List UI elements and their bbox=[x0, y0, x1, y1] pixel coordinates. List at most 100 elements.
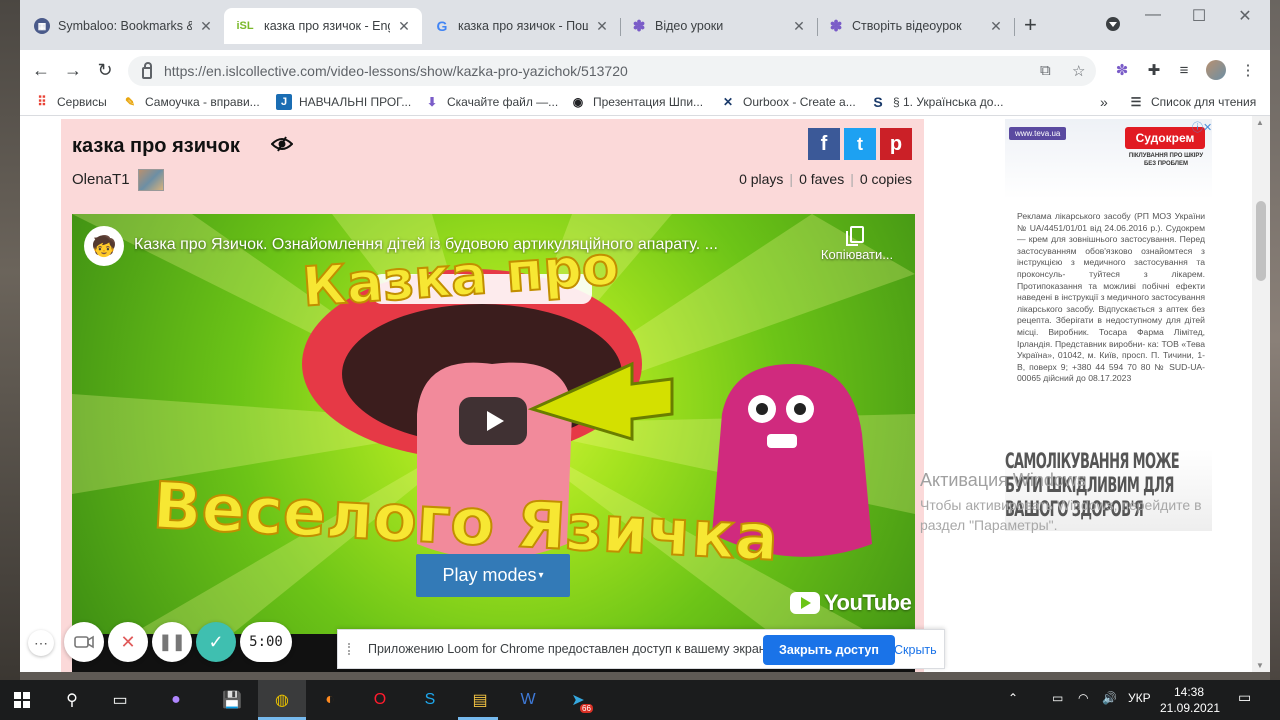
search-icon[interactable]: ⚲ bbox=[58, 686, 86, 714]
scroll-down-icon[interactable]: ▼ bbox=[1256, 661, 1264, 670]
windows-taskbar: ⚲ ▭ ● 💾 ◍ ◐ O S ▤ W ➤ 66 ⌃ ▭ ◠ 🔊 УКР 14:… bbox=[0, 680, 1280, 720]
desktop-background-right bbox=[1270, 0, 1280, 680]
tab-isl-collective[interactable]: iSL казка про язичок - Engli ✕ bbox=[224, 8, 422, 44]
reading-list-button[interactable]: ☰ Список для чтения bbox=[1128, 94, 1257, 110]
tab-search-icon[interactable] bbox=[1106, 17, 1120, 31]
camera-toggle-icon[interactable] bbox=[64, 622, 104, 662]
firefox-icon[interactable]: ◐ bbox=[316, 686, 344, 714]
minimize-icon[interactable]: — bbox=[1130, 6, 1176, 24]
more-bookmarks-button[interactable]: » bbox=[1100, 94, 1108, 110]
bookmark-item[interactable]: J НАВЧАЛЬНІ ПРОГ... bbox=[276, 94, 411, 110]
profile-avatar[interactable] bbox=[1206, 60, 1226, 80]
bookmark-item[interactable]: S § 1. Українська до... bbox=[870, 94, 1003, 110]
play-modes-dropdown[interactable]: Play modes ▾ bbox=[416, 554, 570, 597]
copy-link-button[interactable]: Копіювати... bbox=[812, 226, 902, 262]
scroll-up-icon[interactable]: ▲ bbox=[1256, 118, 1264, 127]
stop-sharing-button[interactable]: Закрыть доступ bbox=[763, 635, 895, 665]
menu-kebab-icon[interactable]: ⋮ bbox=[1238, 60, 1258, 80]
youtube-label: YouTube bbox=[824, 590, 912, 615]
tab-title: Відео уроки bbox=[655, 19, 724, 33]
media-control-icon[interactable]: ≡ bbox=[1174, 60, 1194, 80]
close-tab-icon[interactable]: ✕ bbox=[198, 18, 214, 35]
bookmark-item[interactable]: ✕ Ourboox - Create a... bbox=[720, 94, 856, 110]
tab-title: казка про язичок - Engli bbox=[264, 19, 390, 33]
bookmark-label: Скачайте файл —... bbox=[447, 95, 559, 109]
play-button[interactable] bbox=[459, 397, 527, 445]
ad-disclaimer: Реклама лікарського засобу (РП МОЗ Украї… bbox=[1017, 211, 1205, 384]
plays-count: 0 plays bbox=[739, 171, 784, 187]
scroll-thumb[interactable] bbox=[1256, 201, 1266, 281]
bookmark-item[interactable]: ⬇ Скачайте файл —... bbox=[424, 94, 558, 110]
task-view-icon[interactable]: ▭ bbox=[106, 686, 134, 714]
facebook-share-icon[interactable]: f bbox=[808, 128, 840, 160]
skype-icon[interactable]: S bbox=[416, 686, 444, 714]
word-icon[interactable]: W bbox=[514, 686, 542, 714]
finish-recording-icon[interactable]: ✓ bbox=[196, 622, 236, 662]
back-arrow-icon[interactable]: ← bbox=[30, 59, 52, 81]
loom-extension-icon[interactable]: ✽ bbox=[1112, 60, 1132, 80]
system-clock[interactable]: 14:38 21.09.2021 bbox=[1160, 684, 1220, 716]
bookmark-star-icon[interactable]: ☆ bbox=[1072, 62, 1085, 80]
notifications-icon[interactable]: ▭ bbox=[1238, 689, 1251, 706]
language-indicator[interactable]: УКР bbox=[1128, 691, 1151, 705]
save-app-icon[interactable]: 💾 bbox=[218, 686, 246, 714]
extensions-puzzle-icon[interactable]: ✚ bbox=[1144, 60, 1164, 80]
tab-title: Symbaloo: Bookmarks & bbox=[58, 19, 192, 33]
tab-symbaloo[interactable]: ▦ Symbaloo: Bookmarks & ✕ bbox=[24, 8, 224, 44]
bookmark-label: Сервисы bbox=[57, 95, 107, 109]
tray-chevron-icon[interactable]: ⌃ bbox=[1008, 691, 1018, 705]
copy-icon bbox=[846, 226, 864, 246]
hide-notification-link[interactable]: Скрыть bbox=[894, 643, 937, 657]
close-tab-icon[interactable]: ✕ bbox=[791, 18, 807, 35]
tab-video-lessons[interactable]: ✽ Відео уроки ✕ bbox=[621, 8, 817, 44]
page-content: казка про язичок OlenaT1 f t p 0 plays |… bbox=[20, 116, 1270, 672]
chrome-icon[interactable]: ◍ bbox=[268, 686, 296, 714]
close-window-icon[interactable]: ✕ bbox=[1222, 6, 1268, 26]
reload-icon[interactable]: ↻ bbox=[94, 59, 116, 81]
volume-icon[interactable]: 🔊 bbox=[1102, 691, 1117, 705]
pinterest-share-icon[interactable]: p bbox=[880, 128, 912, 160]
page-scrollbar[interactable]: ▲ ▼ bbox=[1252, 116, 1270, 672]
new-tab-button[interactable]: + bbox=[1024, 14, 1037, 36]
ad-close-icon[interactable]: ⓘ✕ bbox=[1192, 119, 1212, 134]
drag-handle-icon[interactable] bbox=[348, 643, 352, 655]
translate-icon[interactable]: ⧉ bbox=[1040, 62, 1051, 79]
copy-link-label: Копіювати... bbox=[820, 247, 894, 262]
network-icon[interactable]: ◠ bbox=[1078, 691, 1088, 705]
author-avatar[interactable] bbox=[138, 169, 164, 191]
bookmark-label: § 1. Українська до... bbox=[893, 95, 1004, 109]
opera-icon[interactable]: O bbox=[366, 686, 394, 714]
url-text: https://en.islcollective.com/video-lesso… bbox=[164, 63, 628, 79]
close-tab-icon[interactable]: ✕ bbox=[396, 18, 412, 35]
bookmark-item[interactable]: ✎ Самоучка - вправи... bbox=[122, 94, 260, 110]
twitter-share-icon[interactable]: t bbox=[844, 128, 876, 160]
cancel-recording-icon[interactable]: ✕ bbox=[108, 622, 148, 662]
hidden-eye-icon[interactable] bbox=[271, 136, 293, 152]
bookmark-item[interactable]: ⠿ Сервисы bbox=[34, 94, 107, 110]
address-bar[interactable]: https://en.islcollective.com/video-lesso… bbox=[128, 56, 1096, 86]
tab-title: Створіть відеоурок bbox=[852, 19, 962, 33]
maximize-icon[interactable]: ☐ bbox=[1176, 6, 1222, 26]
lesson-title: казка про язичок bbox=[72, 135, 240, 157]
bookmark-item[interactable]: ◉ Презентация Шпи... bbox=[570, 94, 703, 110]
tab-create-video-lesson[interactable]: ✽ Створіть відеоурок ✕ bbox=[818, 8, 1014, 44]
tab-google-search[interactable]: G казка про язичок - Пош ✕ bbox=[424, 8, 620, 44]
channel-avatar-icon[interactable]: 🧒 bbox=[84, 226, 124, 266]
video-title[interactable]: Казка про Язичок. Ознайомлення дітей із … bbox=[134, 236, 814, 254]
battery-icon[interactable]: ▭ bbox=[1052, 691, 1063, 705]
close-tab-icon[interactable]: ✕ bbox=[988, 18, 1004, 35]
file-explorer-icon[interactable]: ▤ bbox=[466, 686, 494, 714]
close-tab-icon[interactable]: ✕ bbox=[594, 18, 610, 35]
cortana-icon[interactable]: ● bbox=[162, 686, 190, 714]
desktop-background-left bbox=[0, 0, 20, 680]
author-name[interactable]: OlenaT1 bbox=[72, 171, 130, 188]
loom-more-icon[interactable]: ⋯ bbox=[28, 630, 54, 656]
windows-start-icon[interactable] bbox=[8, 686, 36, 714]
pause-recording-icon[interactable]: ❚❚ bbox=[152, 622, 192, 662]
bookmarks-bar: ⠿ Сервисы ✎ Самоучка - вправи... J НАВЧА… bbox=[20, 90, 1270, 116]
forward-arrow-icon[interactable]: → bbox=[62, 59, 84, 81]
lock-icon bbox=[142, 62, 152, 79]
youtube-logo[interactable]: YouTube bbox=[790, 590, 912, 616]
flower-icon: ✽ bbox=[829, 18, 843, 35]
video-player[interactable]: Казка про Веселого Язичка 🧒 Казка про Яз… bbox=[72, 214, 915, 634]
